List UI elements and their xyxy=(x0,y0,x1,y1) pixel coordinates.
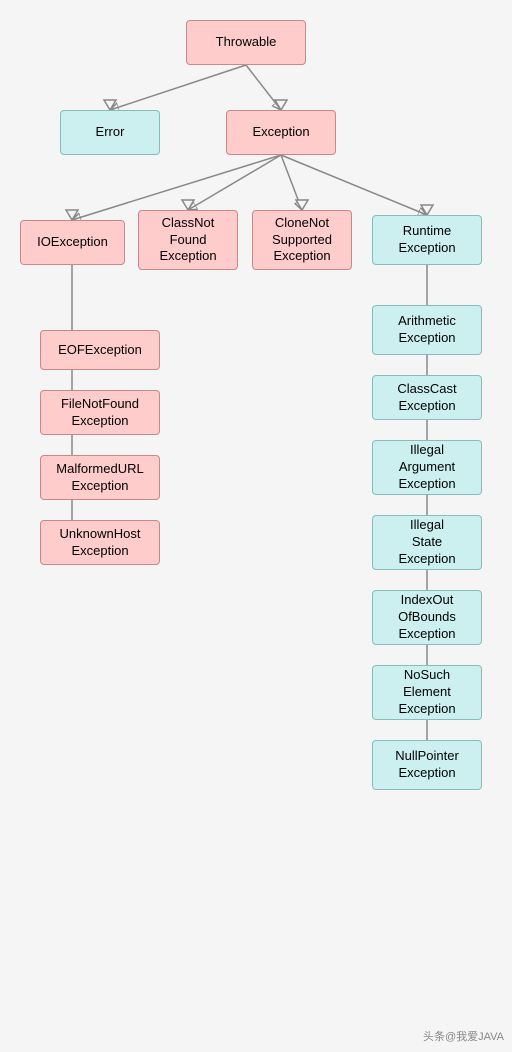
arithmetic-node: ArithmeticException xyxy=(372,305,482,355)
clotenot-node: CloneNotSupportedException xyxy=(252,210,352,270)
unknownhost-node: UnknownHostException xyxy=(40,520,160,565)
runtime-node: RuntimeException xyxy=(372,215,482,265)
illegalarg-node: IllegalArgumentException xyxy=(372,440,482,495)
malformedurl-node: MalformedURLException xyxy=(40,455,160,500)
throwable-node: Throwable xyxy=(186,20,306,65)
illegalstate-node: IllegalStateException xyxy=(372,515,482,570)
classcast-node: ClassCastException xyxy=(372,375,482,420)
eofexception-node: EOFException xyxy=(40,330,160,370)
filenotfound-node: FileNotFoundException xyxy=(40,390,160,435)
ioexception-node: IOException xyxy=(20,220,125,265)
exception-node: Exception xyxy=(226,110,336,155)
classnotfound-node: ClassNotFoundException xyxy=(138,210,238,270)
diagram-container: Throwable Error Exception IOException Cl… xyxy=(0,0,512,1052)
error-node: Error xyxy=(60,110,160,155)
nullpointer-node: NullPointerException xyxy=(372,740,482,790)
watermark: 头条@我爱JAVA xyxy=(423,1028,504,1044)
indexout-node: IndexOutOfBoundsException xyxy=(372,590,482,645)
nosuch-node: NoSuchElementException xyxy=(372,665,482,720)
